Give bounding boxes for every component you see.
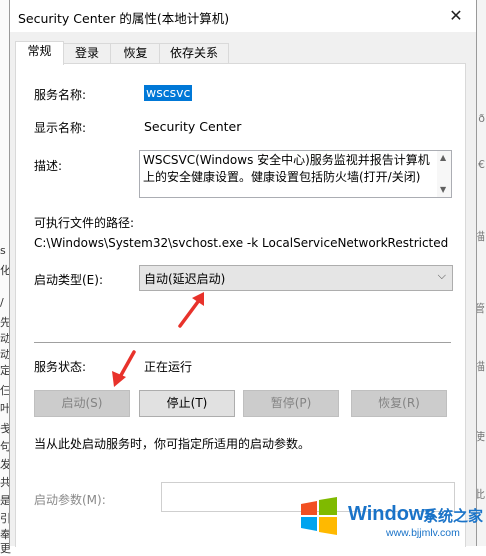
start-button[interactable]: 启动(S) <box>34 390 130 417</box>
stop-button[interactable]: 停止(T) <box>139 390 235 417</box>
description-textbox[interactable]: WSCSVC(Windows 安全中心)服务监视并报告计算机上的安全健康设置。健… <box>139 150 452 198</box>
display-name-value: Security Center <box>144 119 242 134</box>
tab-logon[interactable]: 登录 <box>62 43 112 63</box>
title-bar: Security Center 的属性(本地计算机) ✕ <box>10 0 476 32</box>
startup-type-value: 自动(延迟启动) <box>144 272 226 286</box>
background-text: ð <box>478 112 485 125</box>
general-tab-panel: 服务名称: wscsvc 显示名称: Security Center 描述: W… <box>15 63 466 547</box>
scroll-down-icon[interactable]: ▼ <box>440 185 446 194</box>
description-label: 描述: <box>34 159 63 173</box>
tab-dependencies[interactable]: 依存关系 <box>159 43 229 63</box>
scroll-up-icon[interactable]: ▲ <box>440 153 446 162</box>
exe-path-value: C:\Windows\System32\svchost.exe -k Local… <box>34 236 449 250</box>
startup-type-dropdown[interactable]: 自动(延迟启动) ⌵ <box>139 265 453 291</box>
background-text: s <box>0 244 6 257</box>
startup-type-label: 启动类型(E): <box>34 273 103 287</box>
divider <box>34 342 451 343</box>
service-name-value[interactable]: wscsvc <box>144 85 193 101</box>
site-watermark: Windows 系统之家 www.bjjmlv.com <box>298 494 486 546</box>
tab-general[interactable]: 常规 <box>15 41 64 65</box>
windows-logo-icon <box>301 497 337 535</box>
display-name-label: 显示名称: <box>34 121 87 135</box>
background-text: / <box>0 296 4 309</box>
resume-button[interactable]: 恢复(R) <box>351 390 447 417</box>
pause-button[interactable]: 暂停(P) <box>243 390 339 417</box>
watermark-url: www.bjjmlv.com <box>386 527 460 539</box>
watermark-brand-cn: 系统之家 <box>423 507 484 525</box>
exe-path-label: 可执行文件的路径: <box>34 216 135 230</box>
service-status-value: 正在运行 <box>144 360 193 374</box>
description-text: WSCSVC(Windows 安全中心)服务监视并报告计算机上的安全健康设置。健… <box>143 153 430 184</box>
start-params-label: 启动参数(M): <box>34 493 106 507</box>
window-title: Security Center 的属性(本地计算机) <box>18 11 230 26</box>
chevron-down-icon: ⌵ <box>437 269 446 282</box>
service-name-label: 服务名称: <box>34 88 87 102</box>
close-button[interactable]: ✕ <box>442 4 470 28</box>
service-properties-dialog: Security Center 的属性(本地计算机) ✕ 常规 登录 恢复 依存… <box>9 0 477 547</box>
description-scrollbar[interactable]: ▲ ▼ <box>437 151 451 197</box>
red-arrow-annotation <box>178 292 204 328</box>
red-arrow-annotation <box>112 350 136 387</box>
start-params-hint: 当从此处启动服务时，你可指定所适用的启动参数。 <box>34 437 311 451</box>
service-status-label: 服务状态: <box>34 360 87 374</box>
tab-recovery[interactable]: 恢复 <box>110 43 161 63</box>
